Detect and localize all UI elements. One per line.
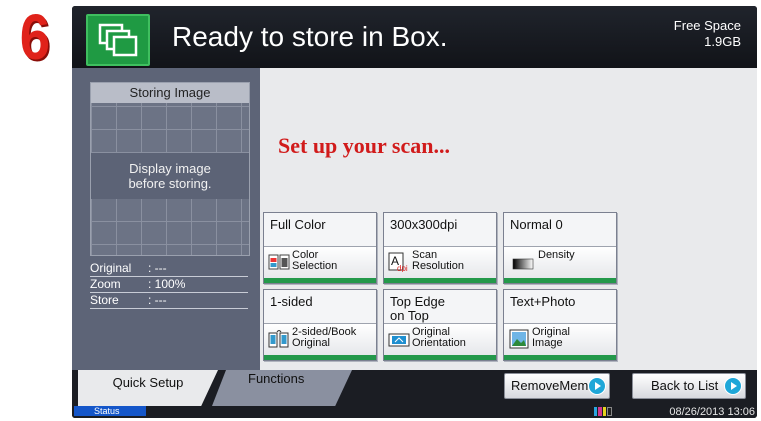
density-key: Density: [504, 246, 616, 283]
orientation-key: Original Orientation: [384, 323, 496, 360]
resolution-icon: A dpi: [388, 252, 408, 272]
orientation-value-line1: Top Edge: [390, 294, 445, 309]
scan-resolution-label: Scan Resolution: [412, 250, 464, 272]
step-number-badge: 6: [19, 1, 50, 73]
scan-resolution-value: 300x300dpi: [390, 217, 458, 232]
duplex-tile[interactable]: 1-sided 2-sided/Book Original: [263, 289, 377, 361]
main-area: Storing Image Display image before stori…: [72, 68, 757, 370]
tab-functions[interactable]: Functions: [212, 370, 352, 406]
status-button[interactable]: Status: [74, 406, 146, 416]
orientation-value-line2: on Top: [390, 308, 429, 323]
original-image-label-line2: Image: [532, 337, 563, 349]
density-icon: [512, 258, 534, 270]
arrow-right-icon: [588, 377, 606, 395]
info-store-value: : ---: [148, 293, 167, 307]
color-selection-icon: [268, 254, 290, 270]
free-space-label: Free Space: [673, 18, 741, 33]
density-label: Density: [538, 250, 575, 261]
preview-message-line2: before storing.: [128, 176, 212, 191]
page-title: Ready to store in Box.: [172, 21, 448, 52]
svg-text:dpi: dpi: [397, 264, 408, 272]
info-zoom: Zoom : 100%: [90, 277, 248, 293]
header-bar: Ready to store in Box. Free Space 1.9GB: [72, 6, 757, 68]
duplex-value: 1-sided: [270, 294, 313, 309]
back-to-list-label: Back to List: [651, 378, 719, 393]
preview-message-line1: Display image: [129, 161, 211, 176]
orientation-icon: [388, 333, 410, 347]
duplex-label-line2: Original: [292, 337, 330, 349]
preview-heading: Storing Image: [91, 83, 249, 103]
preview-message: Display image before storing.: [91, 153, 249, 199]
original-image-label: Original Image: [532, 327, 570, 349]
orientation-label: Original Orientation: [412, 327, 466, 349]
copier-panel-screen: Ready to store in Box. Free Space 1.9GB …: [72, 6, 757, 418]
color-selection-label: Color Selection: [292, 250, 337, 272]
color-selection-key: Color Selection: [264, 246, 376, 283]
original-image-key: Original Image: [504, 323, 616, 360]
info-original-key: Original: [90, 261, 132, 275]
color-selection-tile[interactable]: Full Color Color Selection: [263, 212, 377, 284]
duplex-label: 2-sided/Book Original: [292, 327, 356, 349]
instruction-headline: Set up your scan...: [278, 133, 450, 158]
orientation-label-line2: Orientation: [412, 337, 466, 349]
free-space-indicator: Free Space 1.9GB: [674, 18, 741, 50]
density-tile[interactable]: Normal 0 Density: [503, 212, 617, 284]
color-selection-label-line2: Selection: [292, 260, 338, 272]
density-label-line1: Density: [538, 249, 575, 261]
duplex-icon: [268, 330, 289, 348]
color-selection-value: Full Color: [270, 217, 326, 232]
scan-resolution-label-line2: Resolution: [412, 260, 464, 272]
bottom-bar: Quick Setup Functions RemoveMemo Back to…: [72, 370, 757, 418]
info-store: Store : ---: [90, 293, 248, 309]
date-time: 08/26/2013 13:06: [669, 406, 755, 418]
remove-memory-label: RemoveMemo: [511, 378, 596, 393]
info-zoom-key: Zoom: [90, 277, 121, 291]
info-zoom-value: : 100%: [148, 277, 186, 291]
info-original: Original : ---: [90, 261, 248, 277]
storing-image-preview[interactable]: Storing Image Display image before stori…: [90, 82, 250, 256]
remove-memory-button[interactable]: RemoveMemo: [504, 373, 610, 399]
info-original-value: : ---: [148, 261, 167, 275]
free-space-value: 1.9GB: [704, 34, 741, 49]
arrow-right-icon: [724, 377, 742, 395]
preview-panel: Storing Image Display image before stori…: [72, 68, 260, 370]
scan-resolution-key: A dpi Scan Resolution: [384, 246, 496, 283]
original-image-tile[interactable]: Text+Photo Original Image: [503, 289, 617, 361]
density-value: Normal 0: [510, 217, 563, 232]
toner-level-icon: [594, 407, 612, 416]
original-image-icon: [509, 329, 529, 349]
info-store-key: Store: [90, 293, 119, 307]
duplex-key: 2-sided/Book Original: [264, 323, 376, 360]
document-box-icon: [86, 14, 150, 66]
tab-quick-setup[interactable]: Quick Setup: [78, 370, 218, 406]
back-to-list-button[interactable]: Back to List: [632, 373, 746, 399]
original-image-value: Text+Photo: [510, 294, 576, 309]
orientation-value: Top Edge on Top: [390, 295, 445, 323]
orientation-tile[interactable]: Top Edge on Top Original Orientation: [383, 289, 497, 361]
scan-resolution-tile[interactable]: 300x300dpi A dpi Scan Resolution: [383, 212, 497, 284]
